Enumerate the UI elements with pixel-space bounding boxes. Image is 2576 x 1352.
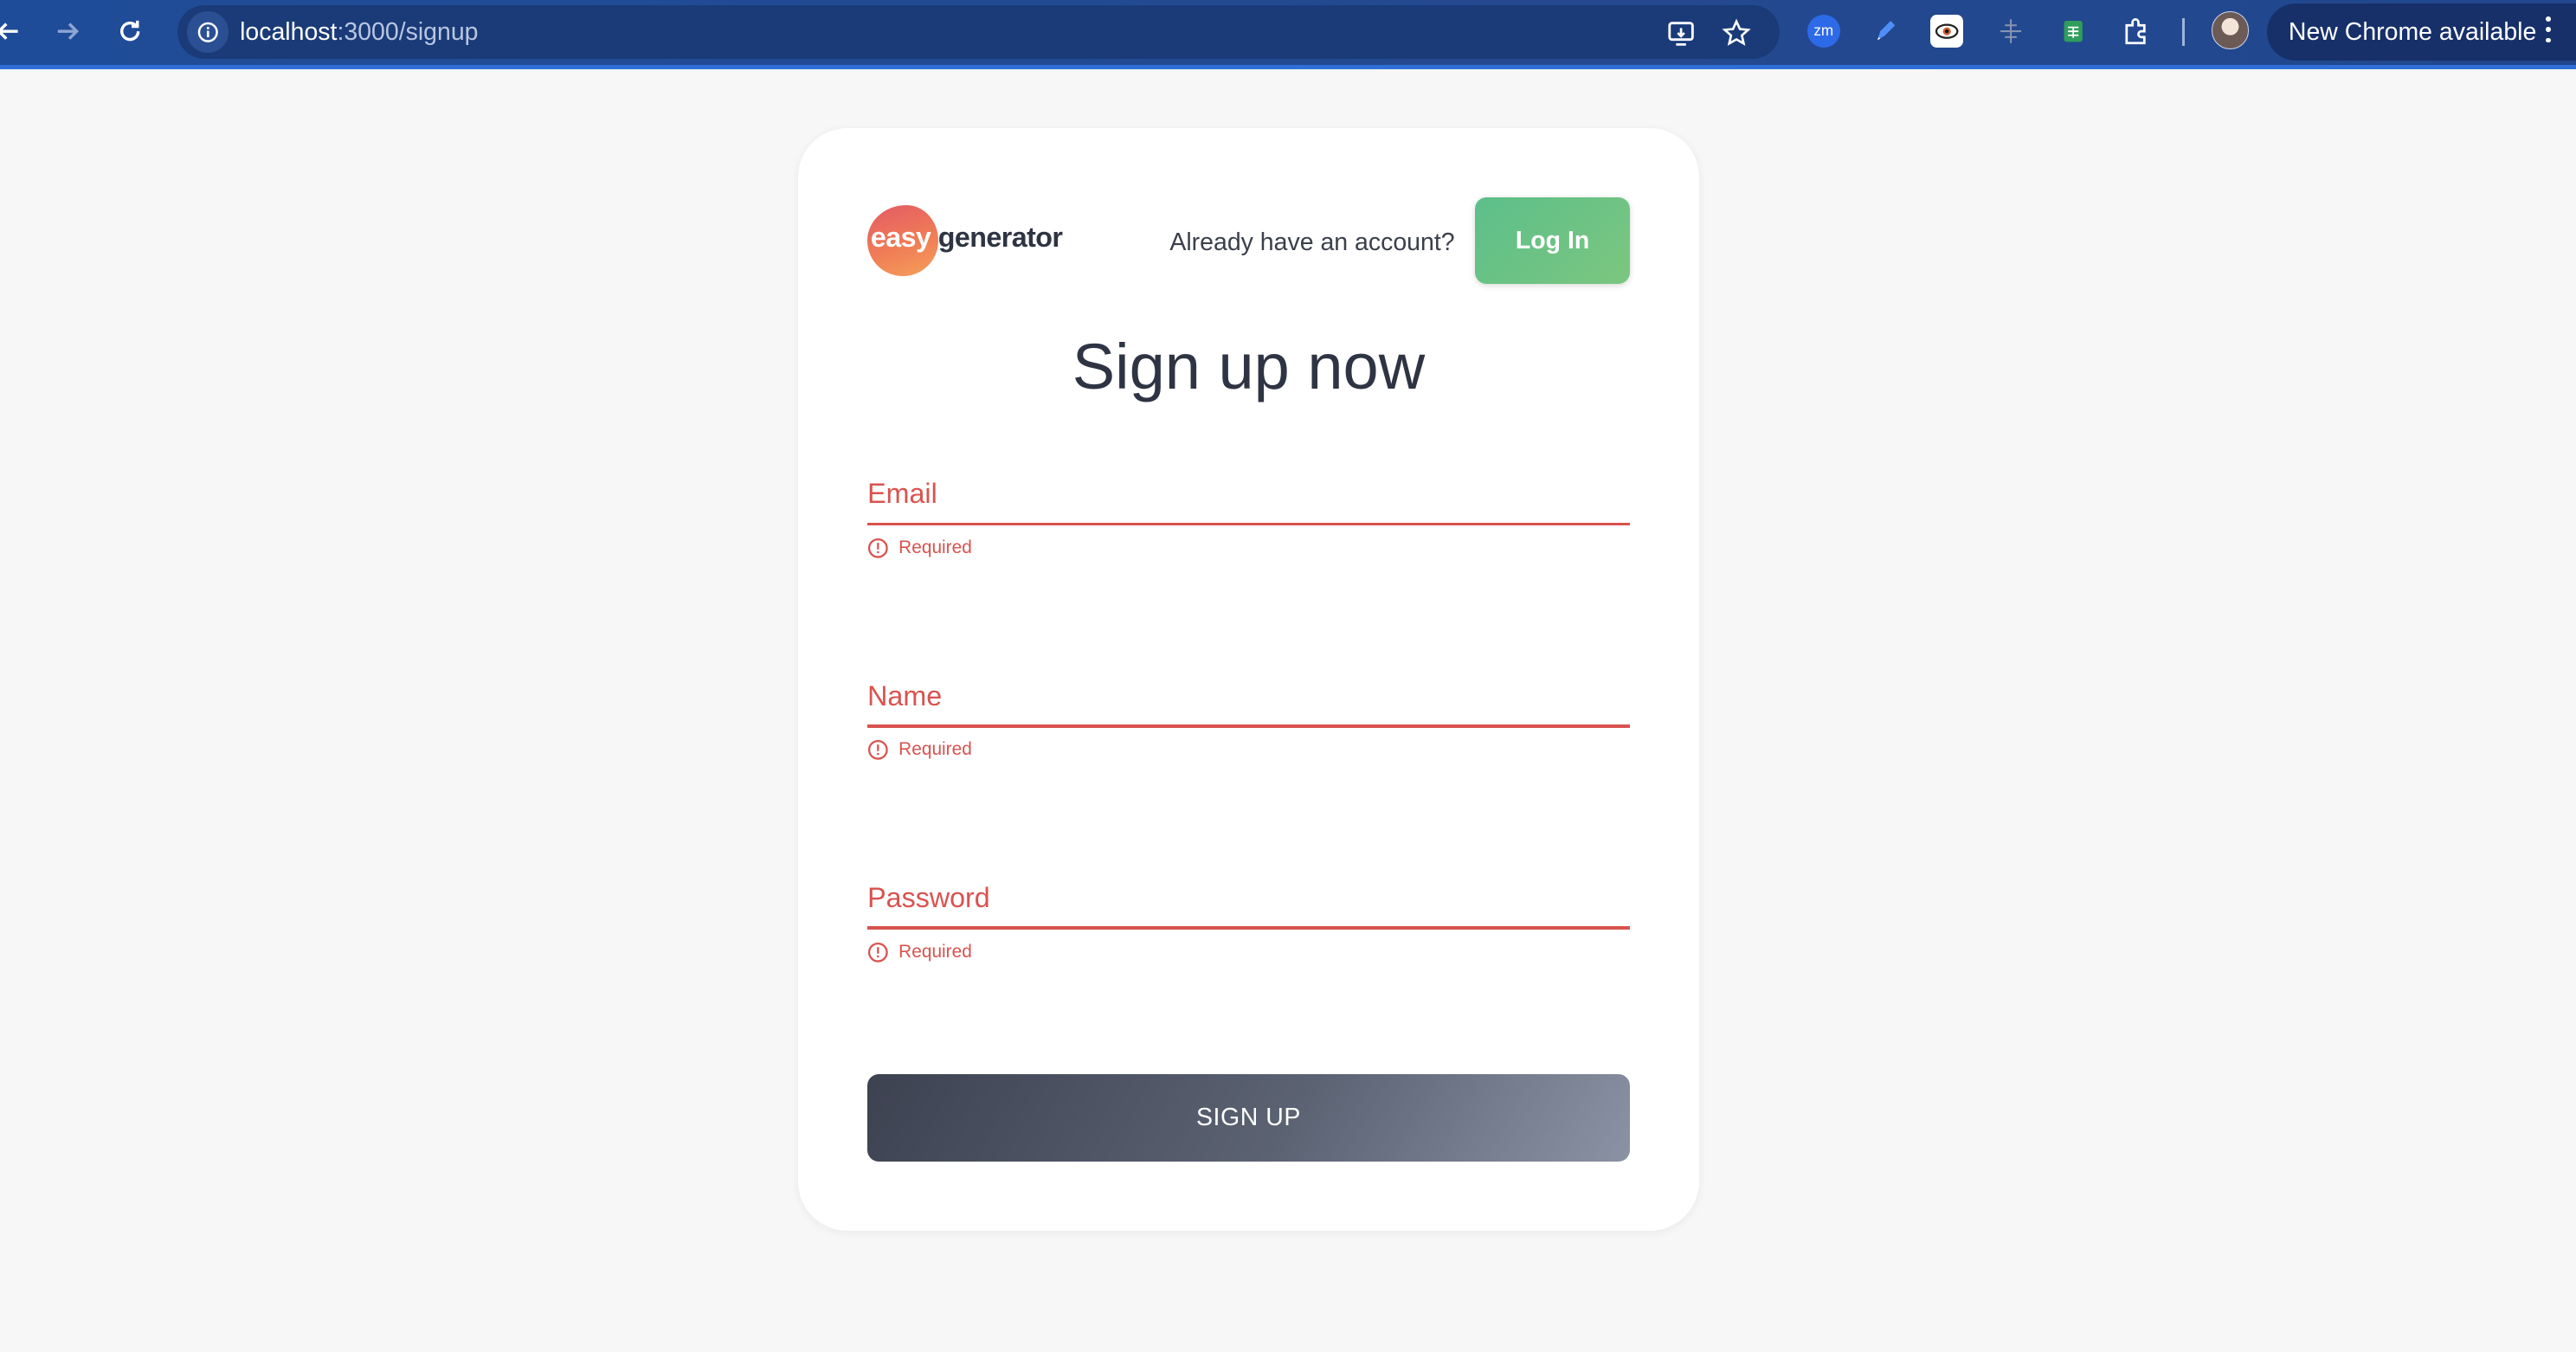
site-info-button[interactable]	[187, 11, 229, 53]
url-path: :3000/signup	[337, 17, 479, 46]
name-error-text: Required	[898, 739, 972, 760]
url-host: localhost	[240, 17, 338, 46]
signup-button[interactable]: SIGN UP	[867, 1074, 1630, 1162]
email-input[interactable]	[867, 467, 1630, 528]
sheets-icon	[2064, 20, 2083, 42]
install-app-icon	[1667, 22, 1694, 46]
dot-icon	[2545, 27, 2551, 32]
account-prompt: Already have an account?	[1169, 228, 1455, 256]
puzzle-icon	[2125, 18, 2147, 45]
email-error: Required	[867, 538, 972, 559]
profile-avatar[interactable]	[2211, 11, 2250, 49]
ruler-icon	[2000, 19, 2022, 43]
name-underline	[867, 724, 1630, 728]
password-input[interactable]	[867, 872, 1630, 932]
toolbar-divider	[2181, 17, 2186, 47]
email-error-text: Required	[898, 537, 972, 557]
error-icon	[868, 538, 888, 558]
forward-arrow-icon	[57, 23, 79, 40]
chrome-update-label: New Chrome available	[2288, 17, 2537, 46]
back-arrow-icon	[0, 23, 18, 40]
page-title: Sign up now	[1072, 331, 1426, 403]
info-icon	[197, 22, 218, 42]
browser-menu-button[interactable]	[2540, 13, 2556, 46]
password-underline	[867, 926, 1630, 930]
install-app-button[interactable]	[1665, 16, 1697, 49]
pen-extension[interactable]	[1868, 13, 1904, 49]
eye-extension[interactable]	[1930, 15, 1964, 48]
signup-card: easy generator Already have an account? …	[798, 128, 1699, 1231]
password-error: Required	[867, 942, 972, 963]
password-error-text: Required	[898, 941, 972, 962]
dot-icon	[2545, 37, 2551, 43]
chrome-update-button[interactable]: New Chrome available	[2267, 3, 2576, 61]
sheets-extension[interactable]	[2055, 13, 2091, 49]
extensions-button[interactable]	[2118, 13, 2154, 49]
reload-icon	[119, 20, 140, 42]
name-error: Required	[867, 739, 972, 761]
reload-button[interactable]	[108, 10, 151, 52]
zoom-icon: zm	[1806, 15, 1840, 48]
bookmark-button[interactable]	[1720, 16, 1753, 49]
error-icon	[868, 740, 888, 760]
dot-icon	[2545, 16, 2551, 22]
error-icon	[868, 942, 888, 962]
logo-easy-text: easy	[870, 222, 931, 254]
back-button[interactable]	[0, 10, 29, 52]
pen-icon	[1877, 21, 1896, 41]
star-icon	[1722, 18, 1751, 46]
ruler-extension[interactable]	[1993, 13, 2029, 49]
login-button[interactable]: Log In	[1475, 196, 1630, 285]
name-input[interactable]	[867, 670, 1630, 730]
logo-generator-text: generator	[937, 222, 1063, 254]
browser-toolbar: localhost:3000/signup zm New Chrome avai…	[0, 0, 2576, 69]
zoom-extension[interactable]: zm	[1806, 13, 1842, 49]
eye-icon	[1935, 23, 1959, 39]
email-underline	[867, 522, 1630, 526]
easygenerator-logo[interactable]: easy generator	[867, 205, 1081, 278]
screen: localhost:3000/signup zm New Chrome avai…	[0, 0, 2576, 1352]
forward-button[interactable]	[46, 10, 88, 52]
url-text[interactable]: localhost:3000/signup	[240, 18, 478, 47]
address-bar[interactable]: localhost:3000/signup	[177, 4, 1780, 60]
